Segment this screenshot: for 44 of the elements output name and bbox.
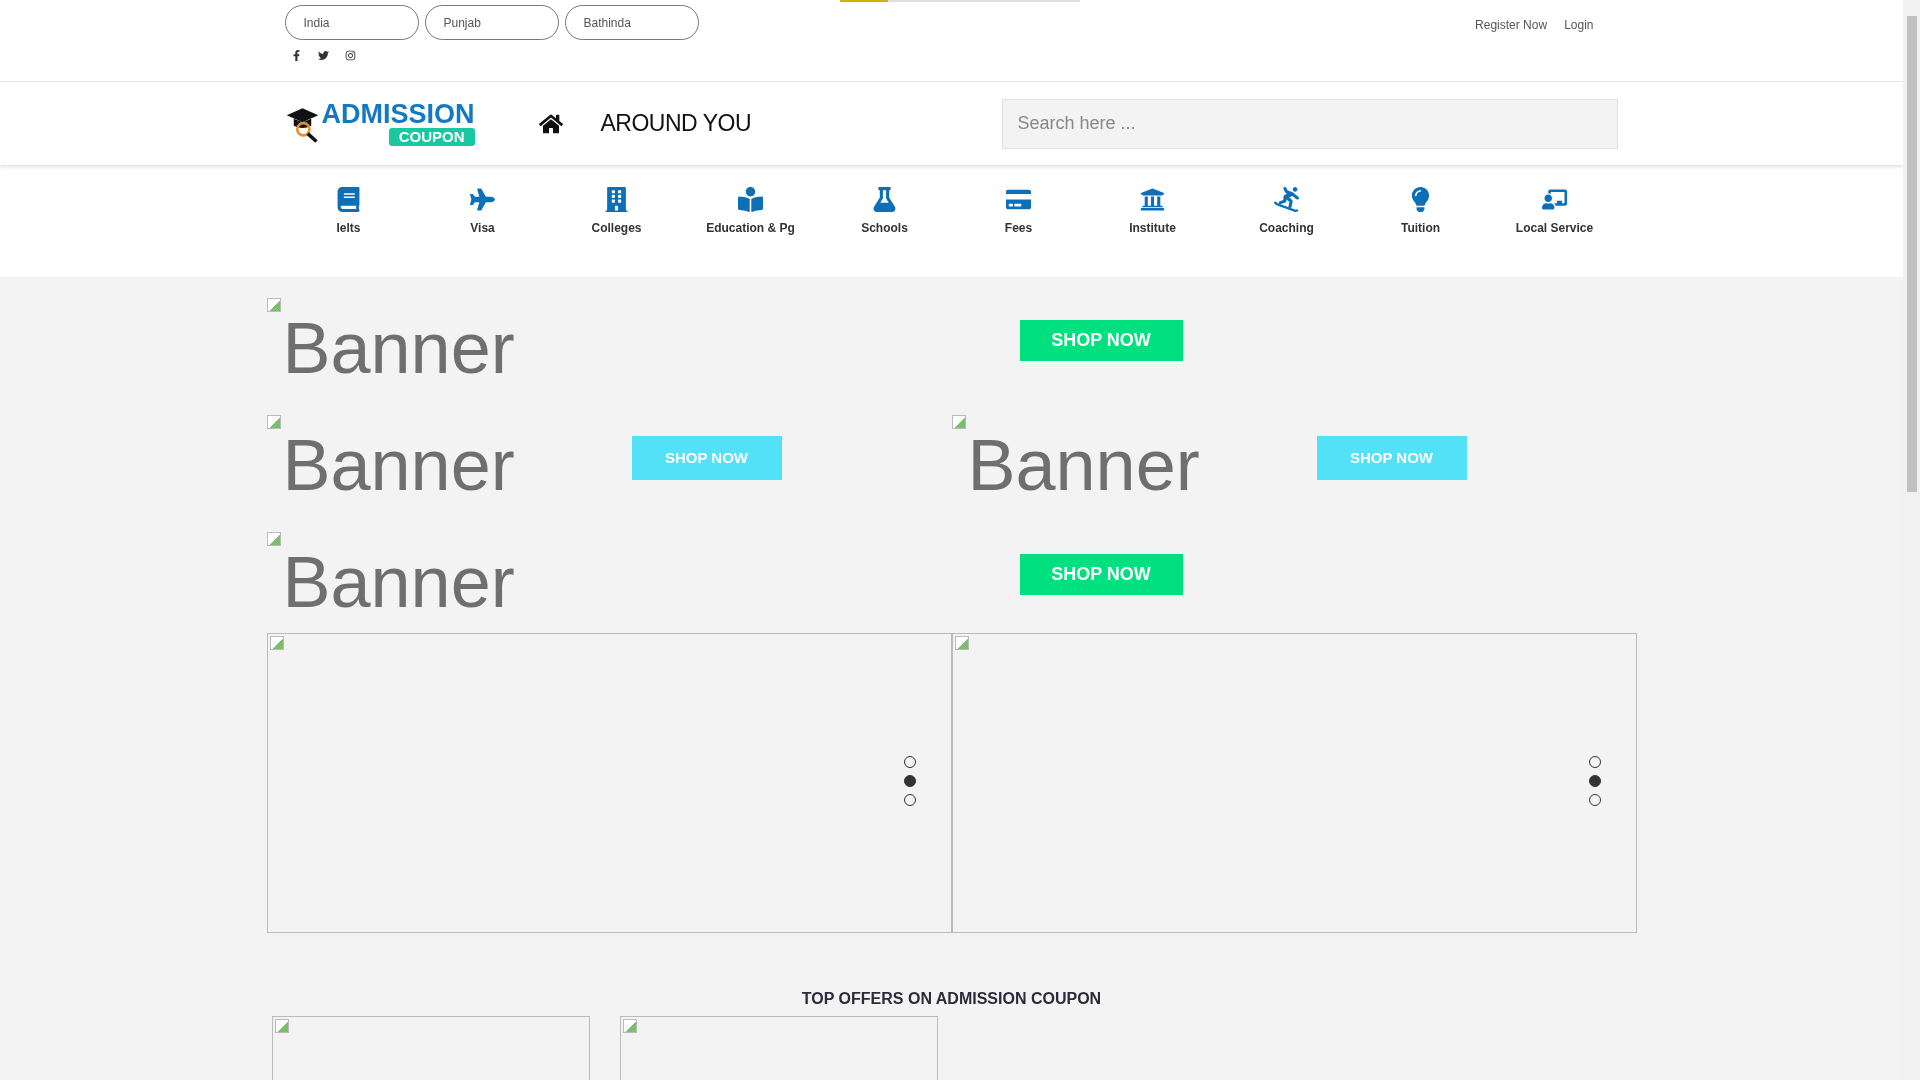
logo-tag: COUPON [388, 128, 475, 146]
banner-alt-text: Banner [282, 545, 516, 618]
category-link[interactable]: Coaching [1219, 187, 1354, 277]
bank-building-icon [1140, 187, 1165, 212]
category-link[interactable]: Institute [1085, 187, 1220, 277]
category-link[interactable]: Tuition [1353, 187, 1488, 277]
broken-image-icon [266, 531, 281, 546]
page-heading: AROUND YOU [600, 110, 751, 137]
carousel-dot[interactable] [903, 775, 916, 787]
logo-title: ADMISSION [321, 101, 475, 128]
broken-image-icon [622, 1019, 637, 1033]
plane-icon [470, 187, 495, 212]
search-field[interactable]: Search here ... [1001, 98, 1618, 149]
category-link[interactable]: Local Service [1487, 187, 1622, 277]
reader-icon [738, 187, 763, 212]
presenter-icon [1542, 187, 1567, 212]
twitter-icon[interactable] [317, 50, 329, 61]
account-link[interactable]: Register Now [1475, 18, 1548, 33]
category-link[interactable]: Colleges [549, 187, 684, 277]
broken-image-icon [266, 297, 281, 312]
scrollbar[interactable] [1903, 0, 1920, 1080]
category-link[interactable]: Education & Pg [683, 187, 818, 277]
snowboarder-icon [1274, 187, 1299, 212]
broken-image-icon [954, 636, 969, 650]
category-link[interactable]: Schools [817, 187, 952, 277]
flask-icon [872, 187, 897, 212]
credit-card-icon [1006, 187, 1031, 212]
broken-image-icon [266, 414, 281, 429]
banner-alt-text: Banner [967, 428, 1201, 501]
instagram-icon[interactable] [344, 50, 356, 61]
category-link[interactable]: Fees [951, 187, 1086, 277]
building-icon [604, 187, 629, 212]
section-title: TOP OFFERS ON ADMISSION COUPON [800, 990, 1103, 1008]
banner-alt-text: Banner [282, 311, 516, 384]
banner-alt-text: Banner [282, 428, 516, 501]
account-link[interactable]: Login [1564, 18, 1594, 33]
category-link[interactable]: Visa [415, 187, 550, 277]
book-icon [336, 187, 361, 212]
carousel-dot[interactable] [1588, 775, 1601, 787]
broken-image-icon [269, 636, 284, 650]
scrollbar-thumb[interactable] [1906, 16, 1917, 492]
broken-image-icon [951, 414, 966, 429]
broken-image-icon [274, 1019, 289, 1033]
category-link[interactable]: Ielts [281, 187, 416, 277]
